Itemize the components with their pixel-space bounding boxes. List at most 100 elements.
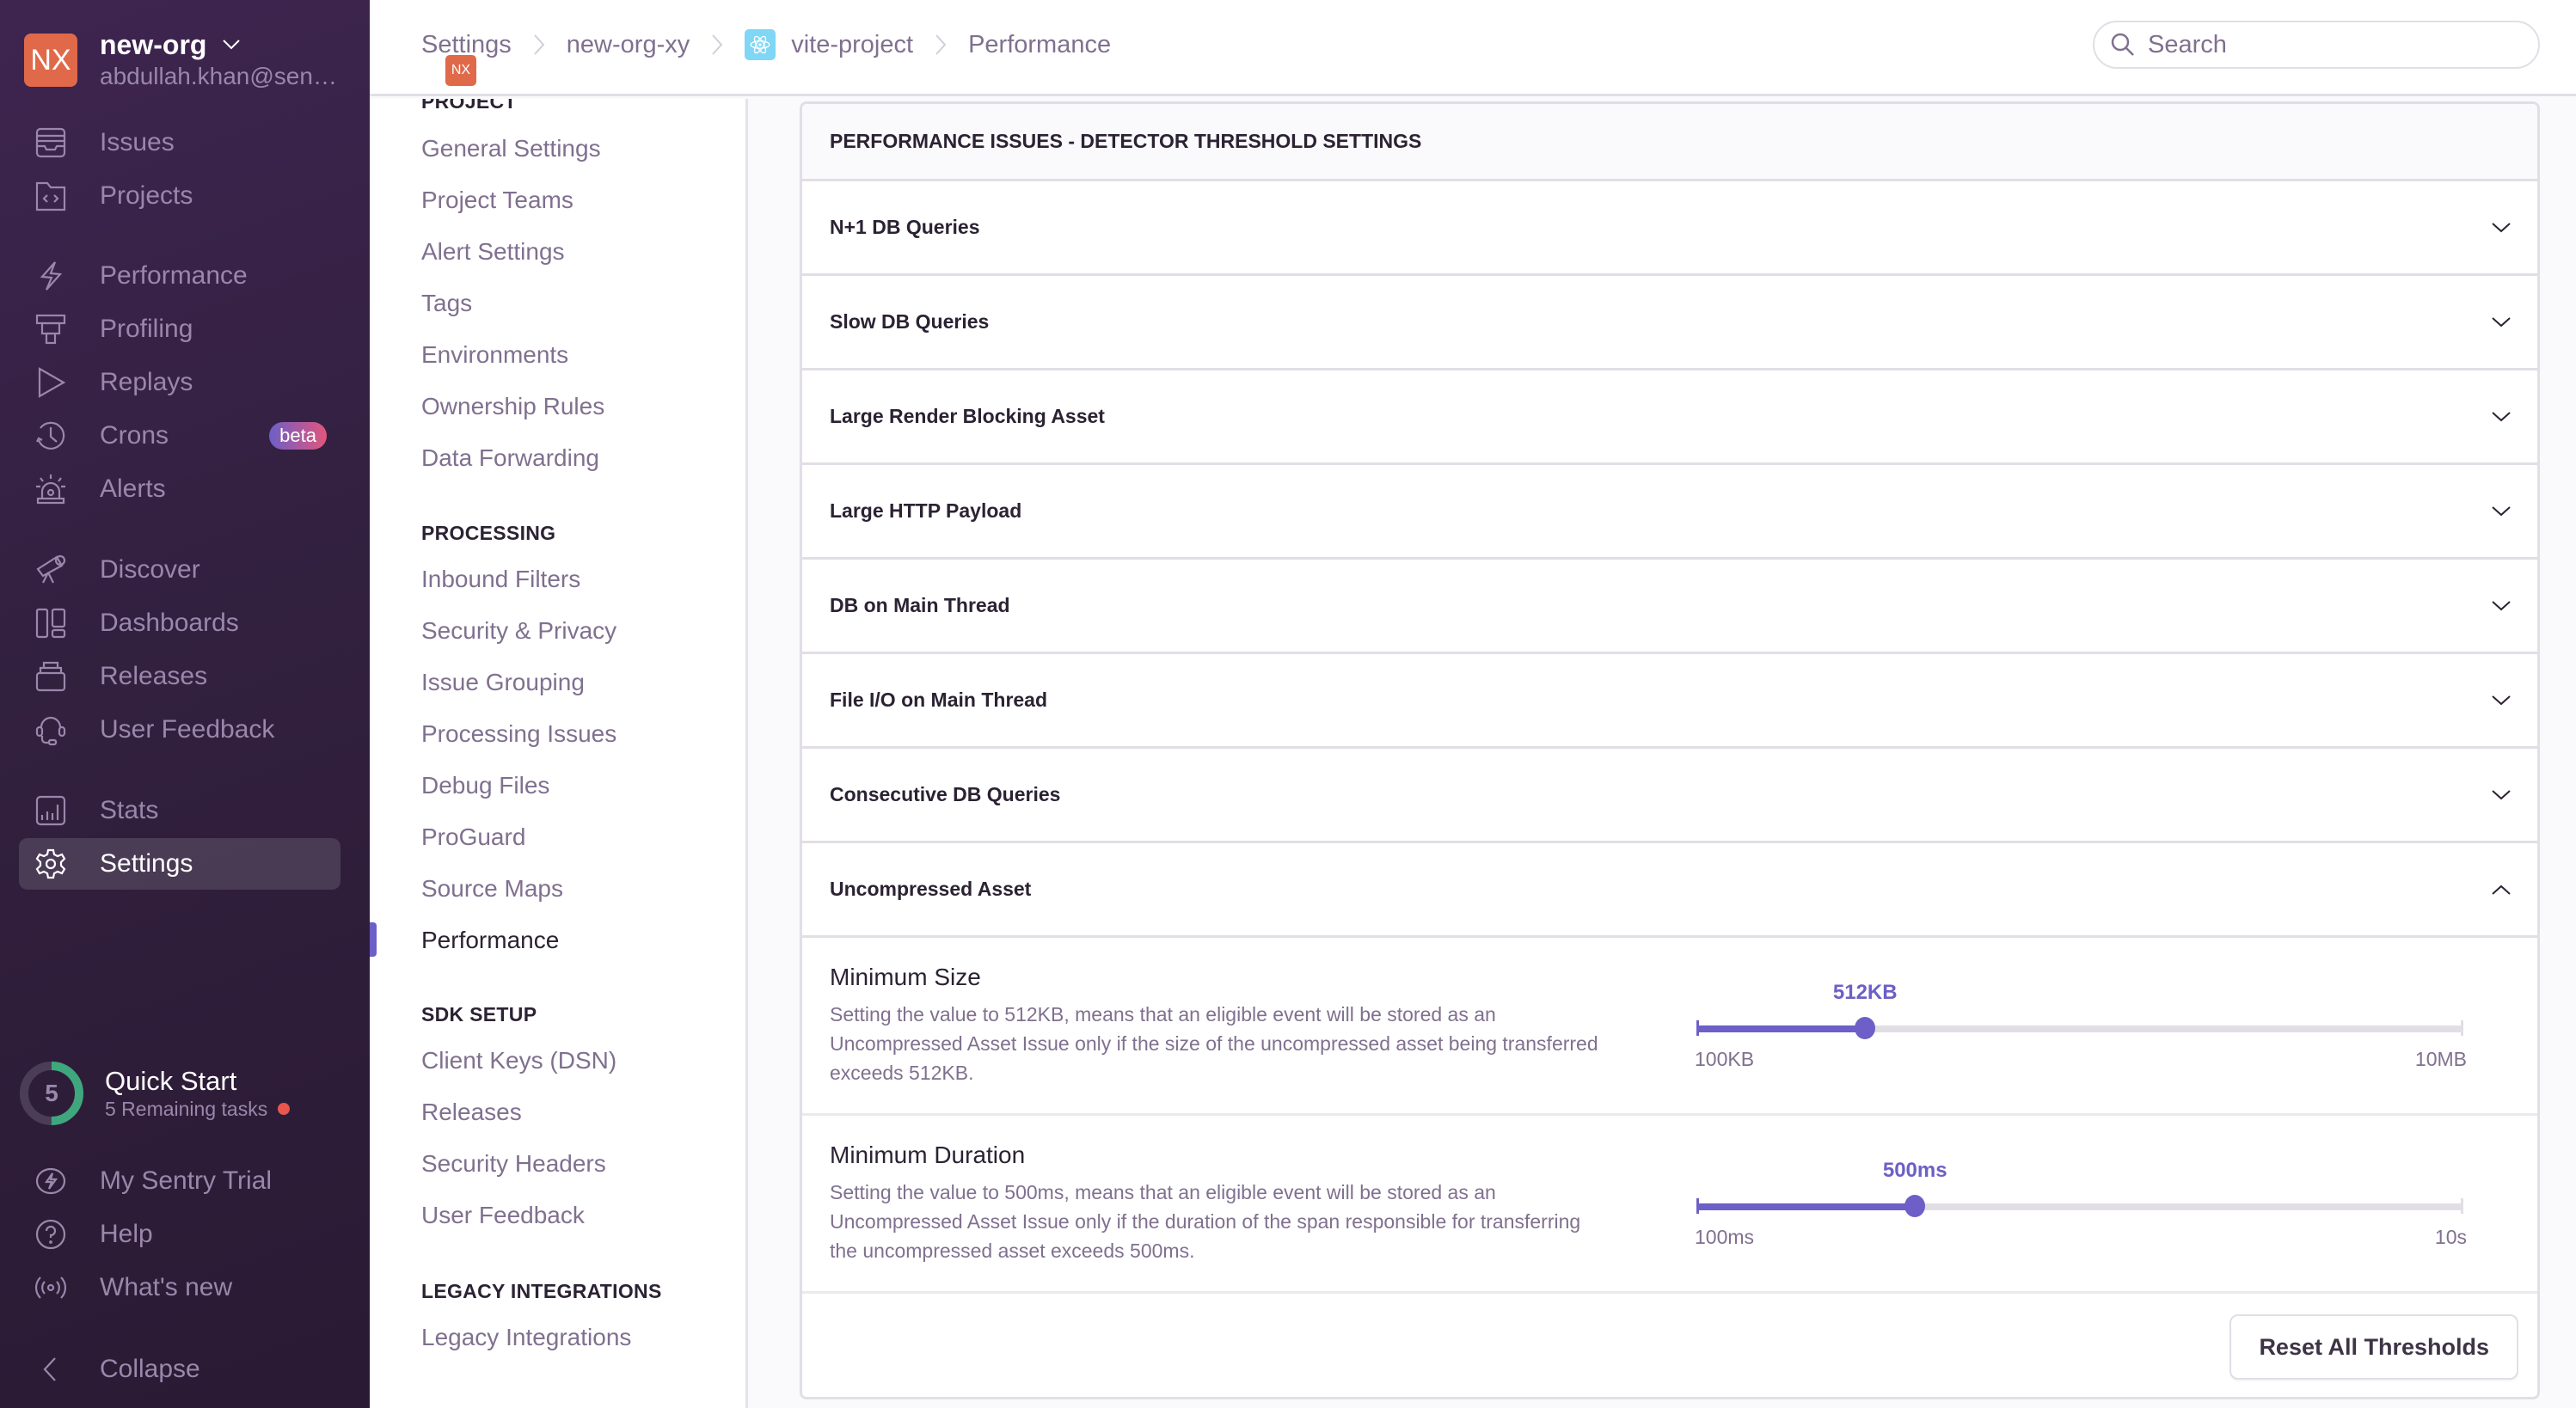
sidebar-collapse-button[interactable]: Collapse (19, 1344, 340, 1395)
subnav-item-user-feedback[interactable]: User Feedback (421, 1202, 585, 1229)
detector-accordion-row[interactable]: Slow DB Queries (802, 276, 2537, 370)
beta-badge: beta (269, 422, 327, 450)
sidebar-item-discover[interactable]: Discover (19, 544, 340, 596)
sidebar-item-dashboards[interactable]: Dashboards (19, 597, 340, 649)
sidebar-item-label: Releases (100, 662, 208, 690)
subnav-section-title: SDK SETUP (421, 1003, 537, 1025)
slider-max-label: 10MB (2414, 1048, 2467, 1070)
sidebar-item-releases[interactable]: Releases (19, 651, 340, 702)
chevron-left-icon (34, 1353, 67, 1386)
sidebar-item-label: Performance (100, 261, 248, 290)
subnav-item-proguard[interactable]: ProGuard (421, 823, 525, 851)
sidebar-item-label: Crons (100, 421, 169, 450)
slider-thumb[interactable] (1904, 1195, 1926, 1217)
broadcast-icon (34, 1271, 67, 1304)
sidebar-item-profiling[interactable]: Profiling (19, 303, 340, 355)
reset-all-thresholds-button[interactable]: Reset All Thresholds (2229, 1314, 2518, 1380)
sidebar-item-settings[interactable]: Settings (19, 838, 340, 890)
quick-start[interactable]: 5 Quick Start 5 Remaining tasks (19, 1061, 291, 1126)
sidebar-item-stats[interactable]: Stats (19, 785, 340, 836)
org-badge: NX (445, 55, 476, 86)
sidebar-item-label: Collapse (100, 1355, 200, 1383)
org-switcher[interactable]: NX new-org abdullah.khan@sen… (24, 29, 337, 91)
sidebar-item-replays[interactable]: Replays (19, 357, 340, 408)
profiling-icon (34, 313, 67, 346)
detector-label: Consecutive DB Queries (830, 783, 1061, 805)
sidebar-item-whats-new[interactable]: What's new (19, 1262, 340, 1313)
minimum-size-field: Minimum Size Setting the value to 512KB,… (802, 938, 2537, 1116)
detector-accordion-row[interactable]: DB on Main Thread (802, 560, 2537, 654)
detector-label: Slow DB Queries (830, 310, 990, 333)
detector-accordion-row[interactable]: File I/O on Main Thread (802, 654, 2537, 749)
sidebar-item-crons[interactable]: Crons beta (19, 410, 340, 462)
minimum-duration-slider[interactable]: 500ms 100ms 10s (1695, 1159, 2467, 1248)
sidebar-item-performance[interactable]: Performance (19, 250, 340, 302)
detector-accordion-row[interactable]: Large HTTP Payload (802, 465, 2537, 560)
subnav-item-general-settings[interactable]: General Settings (421, 135, 601, 162)
projects-icon (34, 180, 67, 212)
subnav-item-tags[interactable]: Tags (421, 290, 472, 317)
subnav-item-security-headers[interactable]: Security Headers (421, 1150, 606, 1178)
chevron-down-icon (223, 40, 241, 50)
subnav-item-client-keys[interactable]: Client Keys (DSN) (421, 1047, 616, 1074)
sidebar-item-user-feedback[interactable]: User Feedback (19, 704, 340, 756)
subnav-item-ownership-rules[interactable]: Ownership Rules (421, 393, 604, 420)
org-avatar: NX (24, 34, 77, 87)
chevron-down-icon[interactable] (2491, 600, 2512, 612)
subnav-item-data-forwarding[interactable]: Data Forwarding (421, 444, 599, 472)
sidebar-item-issues[interactable]: Issues (19, 117, 340, 168)
panel-footer: Reset All Thresholds (802, 1294, 2537, 1397)
sidebar-item-my-sentry-trial[interactable]: My Sentry Trial (19, 1155, 340, 1207)
dashboards-icon (34, 607, 67, 640)
chevron-down-icon[interactable] (2491, 316, 2512, 328)
slider-thumb[interactable] (1855, 1017, 1876, 1039)
subnav-item-performance[interactable]: Performance (421, 927, 559, 954)
sidebar-item-label: What's new (100, 1273, 233, 1301)
sidebar-item-help[interactable]: Help (19, 1209, 340, 1260)
detector-accordion-row[interactable]: Consecutive DB Queries (802, 749, 2537, 843)
chevron-down-icon[interactable] (2491, 411, 2512, 423)
subnav-item-source-maps[interactable]: Source Maps (421, 875, 563, 903)
field-label: Minimum Duration (830, 1142, 1026, 1168)
subnav-item-legacy-integrations[interactable]: Legacy Integrations (421, 1324, 631, 1351)
notification-dot (278, 1103, 291, 1115)
chevron-up-icon[interactable] (2491, 884, 2512, 896)
issues-icon (34, 126, 67, 159)
quick-start-progress-ring: 5 (19, 1061, 84, 1126)
subnav-item-processing-issues[interactable]: Processing Issues (421, 720, 616, 748)
quick-start-count: 5 (45, 1080, 58, 1106)
search-input[interactable] (2148, 30, 2492, 59)
subnav-item-issue-grouping[interactable]: Issue Grouping (421, 669, 585, 696)
breadcrumb-project[interactable]: vite-project (745, 29, 913, 60)
breadcrumb-org[interactable]: NX new-org-xy (445, 31, 690, 86)
subnav-item-security-privacy[interactable]: Security & Privacy (421, 617, 616, 645)
chevron-down-icon[interactable] (2491, 505, 2512, 517)
panel-title: PERFORMANCE ISSUES - DETECTOR THRESHOLD … (802, 104, 2537, 181)
subnav-item-environments[interactable]: Environments (421, 341, 568, 369)
subnav-item-inbound-filters[interactable]: Inbound Filters (421, 566, 580, 593)
subnav-item-alert-settings[interactable]: Alert Settings (421, 238, 565, 266)
help-icon (34, 1218, 67, 1251)
sidebar-item-label: Profiling (100, 315, 193, 343)
discover-icon (34, 554, 67, 586)
sidebar-item-projects[interactable]: Projects (19, 170, 340, 222)
breadcrumb-current: Performance (968, 30, 1112, 58)
field-label: Minimum Size (830, 964, 981, 990)
sidebar-item-label: Replays (100, 368, 193, 396)
chevron-down-icon[interactable] (2491, 222, 2512, 234)
sidebar-item-label: Discover (100, 555, 200, 584)
subnav-item-project-teams[interactable]: Project Teams (421, 187, 573, 214)
subnav-item-releases[interactable]: Releases (421, 1099, 522, 1126)
user-feedback-icon (34, 713, 67, 746)
minimum-size-slider[interactable]: 512KB 100KB 10MB (1695, 981, 2467, 1070)
detector-accordion-row[interactable]: Large Render Blocking Asset (802, 370, 2537, 465)
detector-accordion-row[interactable]: N+1 DB Queries (802, 181, 2537, 276)
detector-accordion-row[interactable]: Uncompressed Asset (802, 843, 2537, 938)
search-box[interactable] (2093, 21, 2540, 69)
react-icon (745, 29, 776, 60)
chevron-down-icon[interactable] (2491, 695, 2512, 707)
sidebar-item-alerts[interactable]: Alerts (19, 463, 340, 515)
subnav-item-debug-files[interactable]: Debug Files (421, 772, 549, 799)
chevron-down-icon[interactable] (2491, 789, 2512, 801)
sidebar-item-label: Help (100, 1220, 153, 1248)
